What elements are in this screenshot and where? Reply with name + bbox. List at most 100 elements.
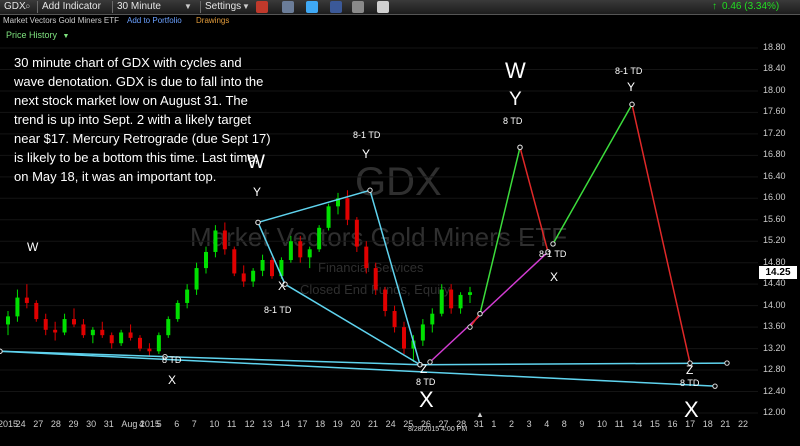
wave-label: Y (509, 89, 522, 110)
candle-body (430, 313, 435, 325)
candle-body (345, 198, 350, 220)
scroll-up-icon[interactable]: ▲ (476, 410, 484, 419)
candle-body (138, 337, 142, 349)
wave-label: Y (253, 185, 262, 199)
candle-body (251, 270, 256, 282)
x-tick-label: 11 (614, 419, 624, 429)
trend-line-green[interactable] (479, 147, 521, 314)
x-tick-label: 19 (332, 419, 343, 429)
wave-label: W (247, 152, 265, 173)
x-tick-label: 18 (702, 419, 713, 429)
line-anchor-handle[interactable] (477, 310, 483, 317)
candle-body (81, 324, 86, 336)
candle-body (34, 302, 39, 320)
y-tick-label: 18.80 (763, 42, 786, 52)
x-tick-label: 24 (15, 419, 26, 429)
y-tick-label: 17.20 (763, 127, 786, 138)
candle-body (204, 251, 208, 269)
x-tick-label: 29 (68, 419, 79, 429)
wave-label: X (419, 387, 434, 412)
y-tick-label: 16.40 (763, 170, 786, 181)
candle-body (128, 332, 133, 338)
trend-line-magenta[interactable] (429, 251, 549, 363)
candle-body (24, 297, 29, 303)
x-tick-label: 30 (86, 419, 97, 429)
line-anchor-handle[interactable] (712, 383, 718, 389)
chart-annotation: 30 minute chart of GDX with cycles and w… (14, 55, 271, 184)
y-tick-label: 15.60 (763, 213, 786, 224)
candle-body (354, 219, 359, 247)
candle-body (194, 268, 199, 290)
candle-body (222, 230, 227, 250)
trend-line-red[interactable] (519, 147, 549, 253)
crosshair-date: 8/28/2015 4:00 PM (408, 426, 468, 433)
candle-body (364, 246, 369, 269)
td-label: 8 TD (416, 377, 436, 387)
candle-body (449, 289, 454, 309)
x-tick-label: 2 (508, 419, 514, 429)
y-tick-label: 18.00 (763, 84, 786, 95)
y-tick-label: 16.00 (763, 192, 786, 203)
x-tick-label: 10 (597, 419, 608, 429)
x-tick-label: 27 (33, 419, 44, 429)
line-anchor-handle[interactable] (629, 101, 635, 108)
td-label: 8 TD (680, 378, 700, 388)
candle-body (307, 249, 312, 258)
wave-label: X (278, 279, 287, 293)
x-tick-label: 11 (227, 419, 237, 429)
y-tick-label: 14.40 (763, 278, 786, 289)
x-tick-label: 10 (209, 419, 220, 429)
x-tick-label: 20 (350, 419, 361, 429)
candle-body (62, 319, 67, 333)
candle-body (392, 311, 397, 328)
wave-label: W (27, 240, 39, 254)
x-tick-label: 16 (667, 419, 678, 429)
trend-line-green[interactable] (552, 103, 633, 245)
candle-body (317, 227, 322, 250)
line-anchor-handle[interactable] (255, 219, 261, 226)
x-tick-label: 9 (579, 419, 585, 429)
x-tick-label: 21 (720, 419, 731, 429)
candle-body (100, 329, 105, 336)
x-tick-label: 14 (632, 419, 643, 429)
y-tick-label: 13.20 (763, 342, 786, 353)
trend-line-cyan[interactable] (0, 350, 716, 387)
wave-label: W (505, 58, 526, 83)
x-tick-label: 8 (561, 419, 567, 429)
trend-line-red[interactable] (631, 104, 691, 364)
td-label: 8-1 TD (539, 249, 567, 259)
candle-body (439, 289, 444, 314)
y-tick-label: 15.20 (763, 235, 786, 246)
line-anchor-handle[interactable] (724, 360, 730, 366)
line-anchor-handle[interactable] (427, 359, 433, 365)
candle-body (166, 319, 171, 336)
candle-body (175, 302, 180, 320)
line-anchor-handle[interactable] (467, 324, 473, 330)
candle-body (156, 335, 161, 352)
line-anchor-handle[interactable] (550, 241, 556, 247)
candle-body (185, 289, 190, 303)
candle-body (468, 292, 472, 295)
trend-line-cyan[interactable] (0, 350, 728, 366)
candle-body (53, 329, 58, 333)
line-anchor-handle[interactable] (367, 187, 373, 193)
line-anchor-handle[interactable] (517, 144, 523, 151)
x-tick-label: 13 (262, 419, 273, 429)
y-tick-label: 12.80 (763, 364, 786, 375)
candle-body (402, 327, 406, 349)
line-anchor-handle[interactable] (0, 348, 3, 354)
trend-line-cyan[interactable] (257, 189, 422, 367)
x-tick-label: 1 (491, 419, 497, 429)
candles (6, 190, 472, 363)
current-price-marker: 14.25 (759, 266, 797, 279)
candle-body (6, 316, 10, 325)
candle-body (420, 324, 425, 341)
x-tick-label: 28 (50, 419, 61, 429)
td-label: 8 TD (162, 355, 182, 365)
x-tick-label: 4 (544, 419, 550, 429)
x-tick-label: 24 (385, 419, 396, 429)
x-tick-label: 17 (297, 419, 308, 429)
x-tick-label: 18 (315, 419, 326, 429)
candle-body (213, 230, 218, 252)
y-tick-label: 13.60 (763, 321, 786, 332)
